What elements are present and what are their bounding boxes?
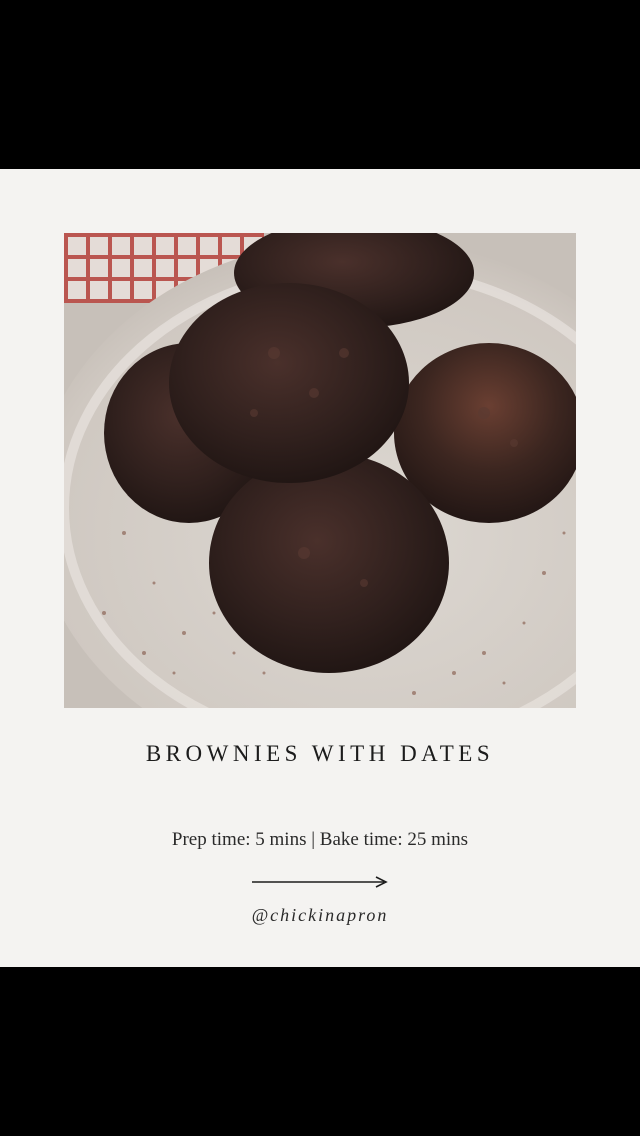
letterbox-bottom [0, 967, 640, 1136]
brownie-photo [64, 233, 576, 708]
recipe-card: BROWNIES WITH DATES Prep time: 5 mins | … [0, 169, 640, 967]
recipe-times: Prep time: 5 mins | Bake time: 25 mins [171, 829, 469, 850]
letterbox-top [0, 0, 640, 169]
recipe-title: BROWNIES WITH DATES [145, 741, 495, 766]
arrow-right-icon [252, 876, 388, 888]
author-handle[interactable]: @chickinapron [0, 905, 640, 926]
